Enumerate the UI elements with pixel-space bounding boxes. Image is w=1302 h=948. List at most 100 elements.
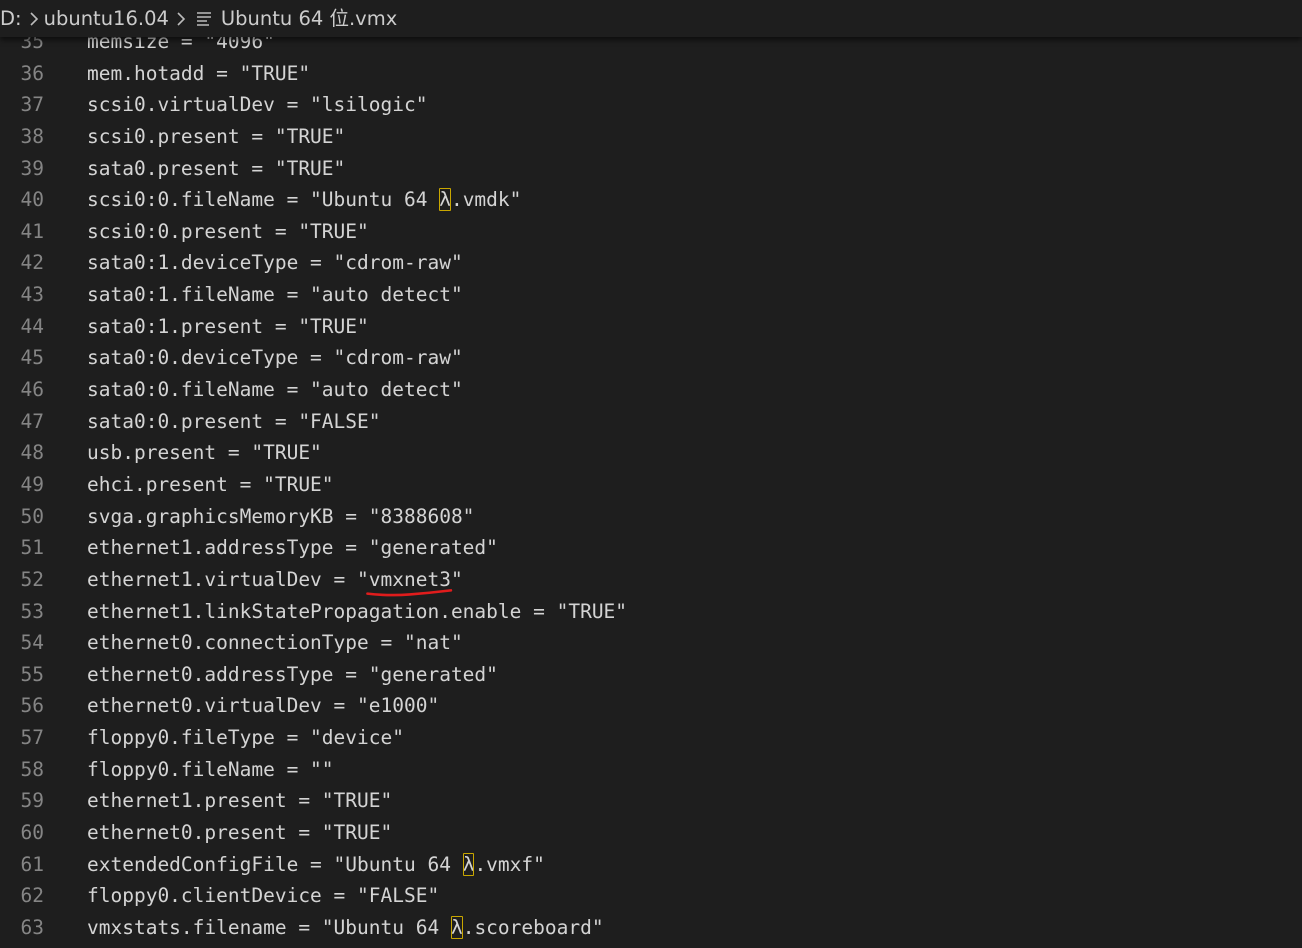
- line-text: vmxstats.filename = "Ubuntu 64 λ.scorebo…: [87, 912, 604, 944]
- code-line[interactable]: 49 ehci.present = "TRUE": [0, 469, 1302, 501]
- code-line[interactable]: 38 scsi0.present = "TRUE": [0, 121, 1302, 153]
- line-text: ethernet0.present = "TRUE": [87, 817, 392, 849]
- code-line[interactable]: 60 ethernet0.present = "TRUE": [0, 817, 1302, 849]
- code-line[interactable]: 36 mem.hotadd = "TRUE": [0, 58, 1302, 90]
- line-text: sata0.present = "TRUE": [87, 153, 345, 185]
- code-line[interactable]: 41 scsi0:0.present = "TRUE": [0, 216, 1302, 248]
- code-line[interactable]: 56 ethernet0.virtualDev = "e1000": [0, 690, 1302, 722]
- line-text-segment: extendedConfigFile = "Ubuntu 64: [87, 852, 463, 876]
- line-text-segment: vmxstats.filename = "Ubuntu 64: [87, 915, 451, 939]
- line-number: 44: [20, 314, 44, 338]
- line-text: floppy0.fileName = "": [87, 754, 334, 786]
- line-number: 56: [20, 694, 44, 718]
- code-line[interactable]: 47 sata0:0.present = "FALSE": [0, 406, 1302, 438]
- line-number: 59: [20, 789, 44, 813]
- line-number: 43: [20, 283, 44, 307]
- code-line[interactable]: 53 ethernet1.linkStatePropagation.enable …: [0, 596, 1302, 628]
- line-number: 63: [20, 915, 44, 939]
- code-line[interactable]: 42 sata0:1.deviceType = "cdrom-raw": [0, 247, 1302, 279]
- line-text: sata0:0.fileName = "auto detect": [87, 374, 463, 406]
- line-text: ethernet1.present = "TRUE": [87, 785, 392, 817]
- line-text-segment: .vmxf": [474, 852, 545, 876]
- code-line[interactable]: 40 scsi0:0.fileName = "Ubuntu 64 λ.vmdk": [0, 184, 1302, 216]
- code-line[interactable]: 61 extendedConfigFile = "Ubuntu 64 λ.vmxf…: [0, 849, 1302, 881]
- line-number: 39: [20, 156, 44, 180]
- code-line[interactable]: 51 ethernet1.addressType = "generated": [0, 532, 1302, 564]
- line-number: 45: [20, 346, 44, 370]
- line-number: 42: [20, 251, 44, 275]
- line-text: ethernet0.virtualDev = "e1000": [87, 690, 439, 722]
- code-line[interactable]: 44 sata0:1.present = "TRUE": [0, 311, 1302, 343]
- line-text: extendedConfigFile = "Ubuntu 64 λ.vmxf": [87, 849, 545, 881]
- code-line[interactable]: 59 ethernet1.present = "TRUE": [0, 785, 1302, 817]
- code-line[interactable]: 55 ethernet0.addressType = "generated": [0, 659, 1302, 691]
- line-number: 52: [20, 567, 44, 591]
- line-text: ethernet1.virtualDev = "vmxnet3": [87, 564, 463, 596]
- line-number: 47: [20, 409, 44, 433]
- code-line[interactable]: 57 floppy0.fileType = "device": [0, 722, 1302, 754]
- unusual-character-highlight: λ: [450, 915, 463, 939]
- line-text-segment: ethernet1.linkStatePropagation.enable = …: [87, 599, 628, 623]
- code-line[interactable]: 39 sata0.present = "TRUE": [0, 153, 1302, 185]
- breadcrumb-drive[interactable]: D:: [0, 0, 22, 37]
- code-line[interactable]: 37 scsi0.virtualDev = "lsilogic": [0, 89, 1302, 121]
- line-number: 46: [20, 378, 44, 402]
- code-line[interactable]: 52 ethernet1.virtualDev = "vmxnet3": [0, 564, 1302, 596]
- line-number: 38: [20, 124, 44, 148]
- code-line[interactable]: 54 ethernet0.connectionType = "nat": [0, 627, 1302, 659]
- unusual-character-highlight: λ: [462, 852, 475, 876]
- code-line[interactable]: 62 floppy0.clientDevice = "FALSE": [0, 880, 1302, 912]
- line-text: sata0:1.deviceType = "cdrom-raw": [87, 247, 463, 279]
- line-text-segment: ehci.present = "TRUE": [87, 472, 334, 496]
- line-number: 57: [20, 726, 44, 750]
- line-text-segment: scsi0.present = "TRUE": [87, 124, 346, 148]
- line-text-segment: sata0:1.deviceType = "cdrom-raw": [87, 251, 463, 275]
- line-text-segment: usb.present = "TRUE": [87, 441, 322, 465]
- breadcrumb: D: ubuntu16.04 Ubuntu 64 位.vmx: [0, 0, 1302, 37]
- breadcrumb-file[interactable]: Ubuntu 64 位.vmx: [221, 0, 397, 37]
- line-text-segment: sata0:0.fileName = "auto detect": [87, 378, 463, 402]
- line-number: 50: [20, 504, 44, 528]
- line-text: ethernet1.addressType = "generated": [87, 532, 498, 564]
- line-text-segment: mem.hotadd = "TRUE": [87, 61, 311, 85]
- line-number: 54: [20, 631, 44, 655]
- code-line[interactable]: 43 sata0:1.fileName = "auto detect": [0, 279, 1302, 311]
- code-line[interactable]: 46 sata0:0.fileName = "auto detect": [0, 374, 1302, 406]
- line-text-segment: floppy0.clientDevice = "FALSE": [87, 884, 440, 908]
- line-text: ethernet0.addressType = "generated": [87, 659, 498, 691]
- line-text: usb.present = "TRUE": [87, 437, 322, 469]
- breadcrumb-folder[interactable]: ubuntu16.04: [44, 0, 169, 37]
- line-text-segment: .vmdk": [450, 188, 522, 212]
- line-text: scsi0.present = "TRUE": [87, 121, 345, 153]
- line-text-segment: scsi0:0.fileName = "Ubuntu 64: [87, 188, 440, 212]
- line-text-segment: ethernet0.connectionType = "nat": [87, 631, 463, 655]
- code-line[interactable]: 45 sata0:0.deviceType = "cdrom-raw": [0, 342, 1302, 374]
- line-text: svga.graphicsMemoryKB = "8388608": [87, 501, 474, 533]
- code-editor[interactable]: 35 memsize = "4096" 36 mem.hotadd = "TRUE" 3…: [0, 26, 1302, 944]
- line-number: 40: [20, 188, 44, 212]
- line-text-segment: sata0:0.present = "FALSE": [87, 409, 381, 433]
- line-text-segment: floppy0.fileName = "": [87, 757, 334, 781]
- line-number: 48: [20, 441, 44, 465]
- line-text: sata0:0.present = "FALSE": [87, 406, 381, 438]
- line-text: ethernet0.connectionType = "nat": [87, 627, 463, 659]
- code-line[interactable]: 50 svga.graphicsMemoryKB = "8388608": [0, 501, 1302, 533]
- code-line[interactable]: 48 usb.present = "TRUE": [0, 437, 1302, 469]
- lines-file-icon: [195, 10, 213, 28]
- line-text: floppy0.clientDevice = "FALSE": [87, 880, 439, 912]
- code-line[interactable]: 58 floppy0.fileName = "": [0, 754, 1302, 786]
- line-text-segment: .scoreboard": [462, 915, 604, 939]
- line-text: sata0:0.deviceType = "cdrom-raw": [87, 342, 463, 374]
- line-number: 49: [20, 472, 44, 496]
- line-number: 62: [20, 884, 44, 908]
- line-text-segment: sata0:0.deviceType = "cdrom-raw": [87, 346, 463, 370]
- line-number: 53: [20, 599, 44, 623]
- line-number: 37: [20, 93, 44, 117]
- line-text: scsi0.virtualDev = "lsilogic": [87, 89, 427, 121]
- line-text-segment: scsi0.virtualDev = "lsilogic": [87, 93, 428, 117]
- line-text-segment: sata0:1.present = "TRUE": [87, 314, 369, 338]
- line-number: 36: [20, 61, 44, 85]
- line-text: scsi0:0.fileName = "Ubuntu 64 λ.vmdk": [87, 184, 521, 216]
- line-text-segment: floppy0.fileType = "device": [87, 726, 404, 750]
- code-line[interactable]: 63 vmxstats.filename = "Ubuntu 64 λ.score…: [0, 912, 1302, 944]
